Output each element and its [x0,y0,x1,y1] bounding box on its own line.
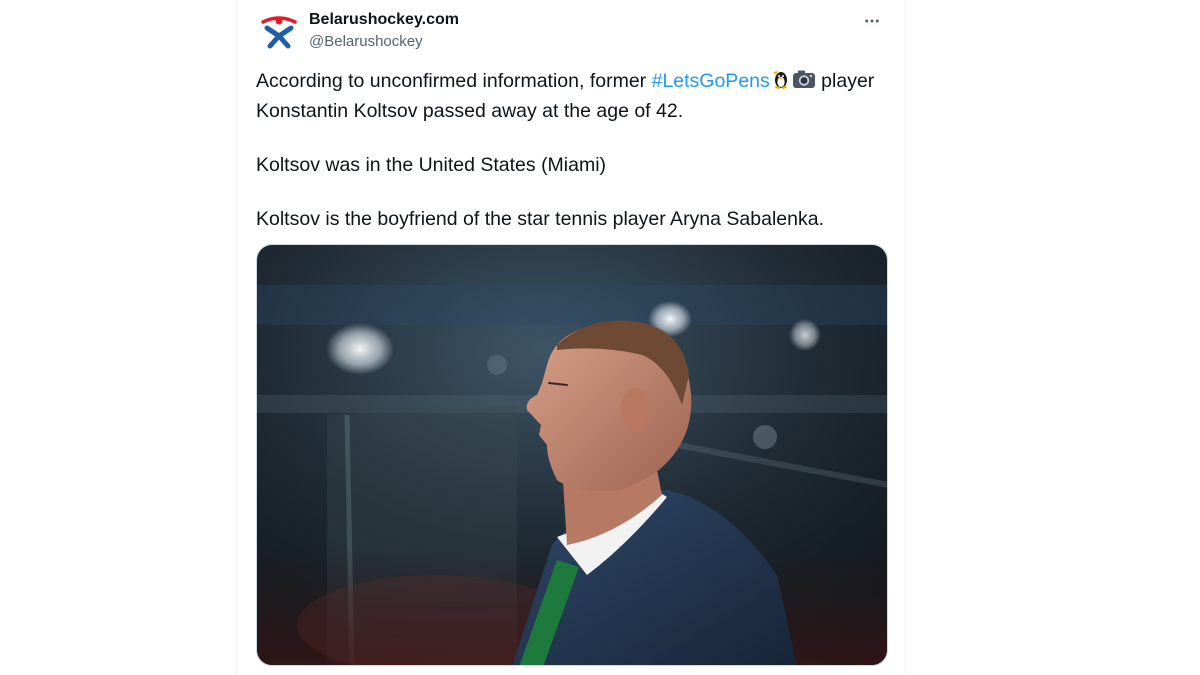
camera-emoji [792,68,816,98]
tweet-photo[interactable] [256,244,888,666]
tweet-card: Belarushockey.com @Belarushockey Accordi… [236,0,906,675]
more-horizontal-icon [865,19,879,23]
tweet-header: Belarushockey.com @Belarushockey [257,8,889,56]
author-display-name[interactable]: Belarushockey.com [309,10,459,30]
screenshot-canvas: Belarushockey.com @Belarushockey Accordi… [0,0,1200,675]
tweet-author: Belarushockey.com @Belarushockey [309,10,459,52]
penguin-emoji [770,68,792,98]
tweet-paragraph-1: According to unconfirmed information, fo… [256,68,896,125]
more-options-button[interactable] [855,8,889,34]
photo-koltsov-profile [257,245,887,665]
tweet-text: According to unconfirmed information, fo… [256,68,896,260]
tweet-text-segment: According to unconfirmed information, fo… [256,70,652,92]
author-handle[interactable]: @Belarushockey [309,32,459,52]
hashtag-link[interactable]: #LetsGoPens [652,70,770,92]
avatar[interactable] [257,8,301,52]
tweet-paragraph-3: Koltsov is the boyfriend of the star ten… [256,208,824,230]
tweet-paragraph-2: Koltsov was in the United States (Miami) [256,154,607,176]
belarushockey-logo-icon [257,8,301,52]
